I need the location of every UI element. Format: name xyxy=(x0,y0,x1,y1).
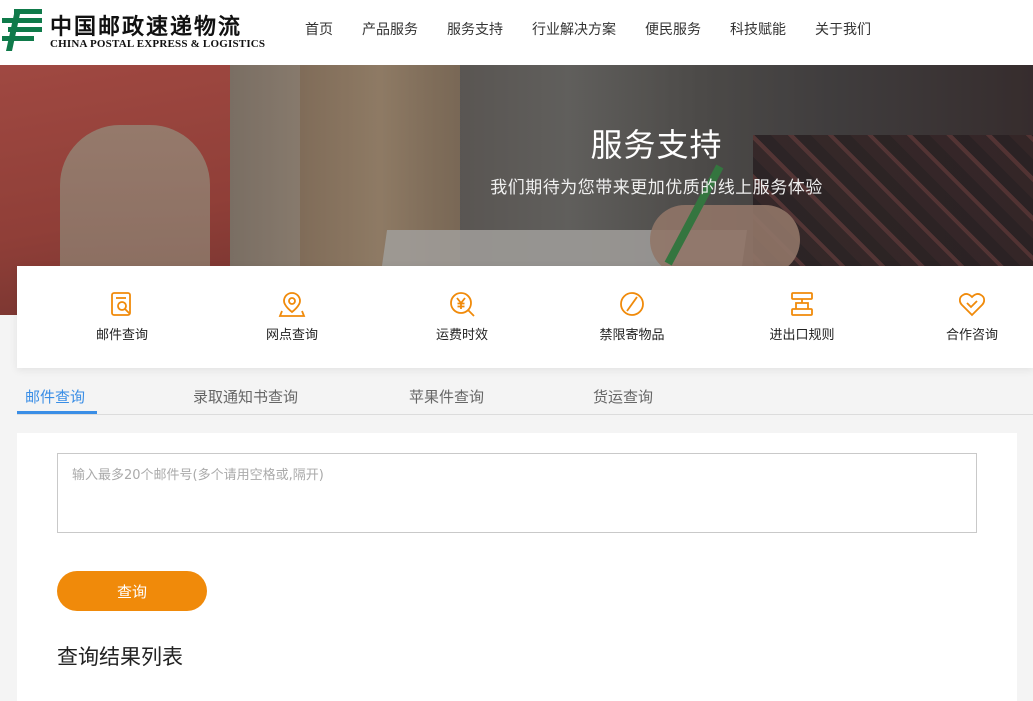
service-outlet-query[interactable]: 网点查询 xyxy=(232,290,352,343)
nav-item-convenience[interactable]: 便民服务 xyxy=(645,19,701,39)
result-list-title: 查询结果列表 xyxy=(57,645,183,669)
service-label: 进出口规则 xyxy=(769,328,835,343)
nav-item-support[interactable]: 服务支持 xyxy=(447,19,503,39)
tracking-number-input[interactable] xyxy=(57,453,977,533)
service-label: 禁限寄物品 xyxy=(599,328,665,343)
nav-item-industry-solutions[interactable]: 行业解决方案 xyxy=(532,19,616,39)
nav-item-products[interactable]: 产品服务 xyxy=(362,19,418,39)
service-label: 运费时效 xyxy=(435,328,488,343)
service-label: 网点查询 xyxy=(265,328,318,343)
service-prohibited-items[interactable]: 禁限寄物品 xyxy=(572,290,692,343)
tab-apple-shipment-query[interactable]: 苹果件查询 xyxy=(409,386,484,407)
location-pin-icon xyxy=(278,292,306,317)
logo-english-name: CHINA POSTAL EXPRESS & LOGISTICS xyxy=(50,38,266,50)
service-quick-links: 邮件查询 网点查询 运费时效 禁限寄物品 进出口规则 合作咨询 xyxy=(17,266,1033,368)
logo-chinese-name: 中国邮政速递物流 xyxy=(50,14,243,40)
active-tab-indicator xyxy=(17,411,97,414)
tab-mail-query[interactable]: 邮件查询 xyxy=(25,386,85,407)
service-label: 邮件查询 xyxy=(95,328,148,343)
query-tabs: 邮件查询 录取通知书查询 苹果件查询 货运查询 xyxy=(17,378,1033,415)
mail-query-panel: 查询 查询结果列表 xyxy=(17,433,1017,701)
service-mail-query[interactable]: 邮件查询 xyxy=(62,290,182,343)
nav-item-about[interactable]: 关于我们 xyxy=(815,19,871,39)
yuan-search-icon xyxy=(450,292,475,317)
service-freight-timeliness[interactable]: 运费时效 xyxy=(402,290,522,343)
prohibited-icon xyxy=(620,292,644,316)
main-nav: 首页 产品服务 服务支持 行业解决方案 便民服务 科技赋能 关于我们 xyxy=(305,19,900,39)
service-import-export-rules[interactable]: 进出口规则 xyxy=(742,290,862,343)
site-logo[interactable]: 中国邮政速递物流 CHINA POSTAL EXPRESS & LOGISTIC… xyxy=(0,7,265,51)
mail-search-icon xyxy=(111,292,131,316)
nav-item-technology[interactable]: 科技赋能 xyxy=(730,19,786,39)
service-cooperation-consulting[interactable]: 合作咨询 xyxy=(912,290,1032,343)
customs-rules-icon xyxy=(791,292,813,316)
tab-admission-letter-query[interactable]: 录取通知书查询 xyxy=(193,386,298,407)
site-header: 中国邮政速递物流 CHINA POSTAL EXPRESS & LOGISTIC… xyxy=(0,0,1033,65)
service-label: 合作咨询 xyxy=(945,328,998,343)
banner-title: 服务支持 xyxy=(590,126,723,164)
china-post-logo-icon xyxy=(2,9,42,51)
nav-item-home[interactable]: 首页 xyxy=(305,19,333,39)
banner-subtitle: 我们期待为您带来更加优质的线上服务体验 xyxy=(490,178,823,198)
query-button[interactable]: 查询 xyxy=(57,571,207,611)
handshake-heart-icon xyxy=(958,293,986,317)
tab-freight-query[interactable]: 货运查询 xyxy=(593,386,653,407)
